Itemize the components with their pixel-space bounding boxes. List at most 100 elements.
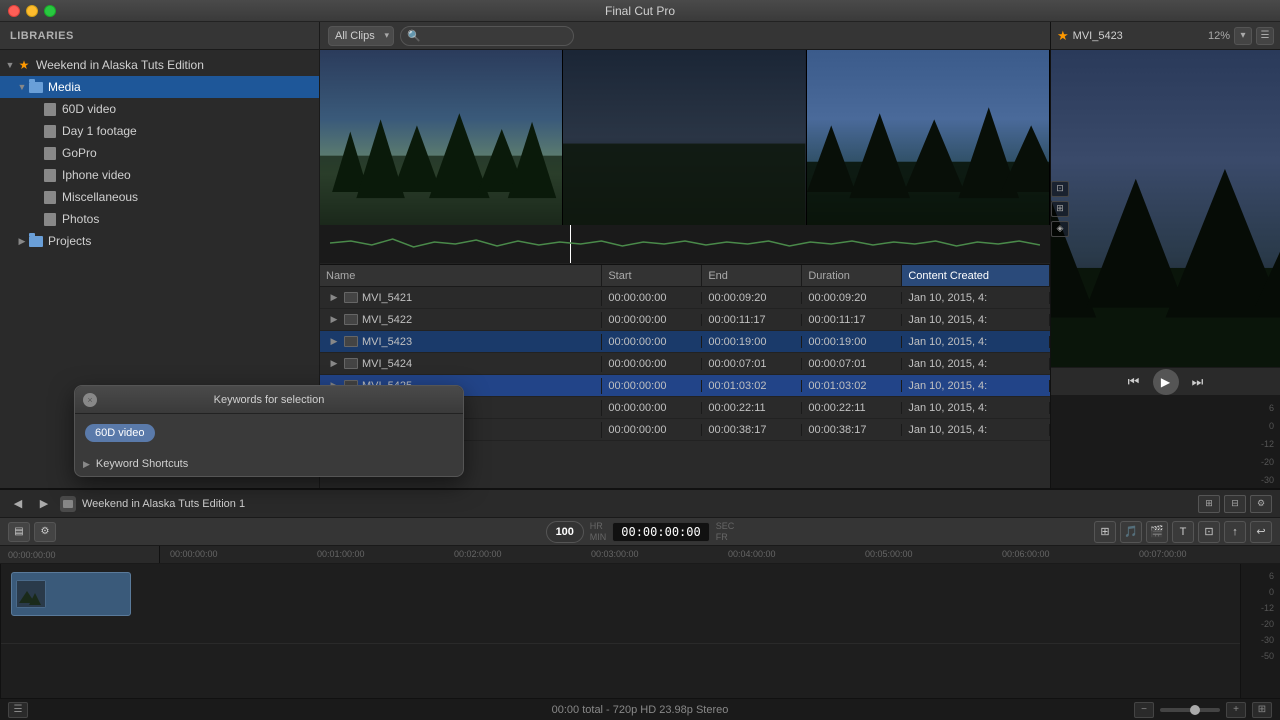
viewer-color-btn[interactable]: ◈ (1051, 221, 1069, 237)
viewer-star-icon: ★ (1057, 28, 1069, 44)
clip-icon (344, 336, 358, 347)
timeline-content: 6 0 -12 -20 -30 -50 (0, 564, 1280, 698)
timecode-display: 00:00:00:00 (612, 522, 709, 542)
traffic-lights[interactable] (8, 5, 56, 17)
viewer-rewind-btn[interactable]: ⏮ (1123, 371, 1145, 393)
viewer-play-btn[interactable]: ▶ (1153, 369, 1179, 395)
titlebar: Final Cut Pro (0, 0, 1280, 22)
timeline-settings-btn[interactable]: ⚙ (1250, 495, 1272, 513)
timeline-index-btn[interactable]: ⚙ (34, 522, 56, 542)
table-row[interactable]: ▶ MVI_5422 00:00:00:00 00:00:11:17 00:00… (320, 309, 1050, 331)
clip-end-cell: 00:00:22:11 (702, 402, 802, 414)
clip-duration-cell: 00:00:11:17 (802, 314, 902, 326)
sidebar-item-misc[interactable]: Miscellaneous (0, 186, 319, 208)
table-row[interactable]: ▶ MVI_5421 00:00:00:00 00:00:09:20 00:00… (320, 287, 1050, 309)
zoom-in-btn[interactable]: + (1226, 702, 1246, 718)
track-lane-1 (1, 564, 1240, 644)
sidebar-item-photos[interactable]: Photos (0, 208, 319, 230)
expand-icon[interactable]: ▶ (326, 356, 342, 372)
clip-name-cell: ▶ MVI_5424 (320, 356, 602, 372)
library-label: Weekend in Alaska Tuts Edition (36, 58, 319, 72)
folder-gopro-label: GoPro (62, 146, 319, 160)
media-folder-icon (28, 79, 44, 95)
ruler-track-label: 00:00:00:00 (0, 546, 160, 563)
sidebar-item-projects[interactable]: ▶ Projects (0, 230, 319, 252)
clip-duration-cell: 00:00:22:11 (802, 402, 902, 414)
app-title: Final Cut Pro (605, 4, 675, 18)
viewer-menu-btn[interactable]: ☰ (1256, 27, 1274, 45)
keywords-popup-header: × Keywords for selection (75, 386, 463, 414)
keyword-tag-60d[interactable]: 60D video (85, 424, 155, 442)
timecode-labels: HR MIN (590, 521, 607, 542)
text-tool[interactable]: T (1172, 521, 1194, 543)
viewer-crop-btn[interactable]: ⊡ (1051, 181, 1069, 197)
clip-end-cell: 00:00:38:17 (702, 424, 802, 436)
viewer-transform-btn[interactable]: ⊞ (1051, 201, 1069, 217)
clip-created-cell: Jan 10, 2015, 4: (902, 380, 1050, 392)
clip-icon (344, 358, 358, 369)
zoom-slider-thumb[interactable] (1190, 705, 1200, 715)
doc-icon (42, 189, 58, 205)
keyword-shortcuts[interactable]: ▶ Keyword Shortcuts (75, 452, 463, 476)
keywords-popup-body: 60D video (75, 414, 463, 452)
range-tool[interactable]: 🎵 (1120, 521, 1142, 543)
undo-tool[interactable]: ↩ (1250, 521, 1272, 543)
zoom-slider[interactable] (1160, 708, 1220, 712)
clip-start-cell: 00:00:00:00 (602, 402, 702, 414)
col-header-name[interactable]: Name (320, 265, 602, 286)
filter-dropdown[interactable]: All Clips (328, 26, 394, 46)
timeline-clip[interactable] (11, 572, 131, 616)
keywords-popup-title: Keywords for selection (214, 394, 325, 406)
zoom-out-btn[interactable]: − (1134, 702, 1154, 718)
zoom-fit-btn[interactable]: ⊞ (1198, 495, 1220, 513)
sidebar-item-day1[interactable]: Day 1 footage (0, 120, 319, 142)
sidebar-item-iphone[interactable]: Iphone video (0, 164, 319, 186)
statusbar-grid-btn[interactable]: ⊞ (1252, 702, 1272, 718)
sidebar-item-60d[interactable]: 60D video (0, 98, 319, 120)
timeline-back-btn[interactable]: ◀ (8, 494, 28, 514)
clip-start-cell: 00:00:00:00 (602, 314, 702, 326)
gen-tool[interactable]: ⊡ (1198, 521, 1220, 543)
filter-dropdown-wrapper[interactable]: All Clips (328, 26, 394, 46)
media-label: Media (48, 80, 319, 94)
chevron-down-icon: ▼ (4, 59, 16, 71)
minimize-button[interactable] (26, 5, 38, 17)
col-header-end[interactable]: End (702, 265, 802, 286)
clip-start-cell: 00:00:00:00 (602, 424, 702, 436)
close-button[interactable] (8, 5, 20, 17)
trim-tool[interactable]: ⊞ (1094, 521, 1116, 543)
db-value-0: 0 (1053, 421, 1278, 431)
timeline-forward-btn[interactable]: ▶ (34, 494, 54, 514)
clip-duration-cell: 00:00:38:17 (802, 424, 902, 436)
col-header-duration[interactable]: Duration (802, 265, 902, 286)
viewer-dropdown-btn[interactable]: ▾ (1234, 27, 1252, 45)
db-value-20: -20 (1053, 457, 1278, 467)
timeline-ruler: 00:00:00:00 00:00:00:00 00:01:00:00 00:0… (0, 546, 1280, 564)
col-header-start[interactable]: Start (602, 265, 702, 286)
expand-icon[interactable]: ▶ (326, 290, 342, 306)
zoom-scale-btn[interactable]: ⊟ (1224, 495, 1246, 513)
table-row[interactable]: ▶ MVI_5423 00:00:00:00 00:00:19:00 00:00… (320, 331, 1050, 353)
keywords-close-btn[interactable]: × (83, 393, 97, 407)
statusbar-list-btn[interactable]: ☰ (8, 702, 28, 718)
col-header-created[interactable]: Content Created (902, 265, 1050, 286)
sidebar-item-gopro[interactable]: GoPro (0, 142, 319, 164)
clip-start-cell: 00:00:00:00 (602, 380, 702, 392)
ks-label: Keyword Shortcuts (96, 458, 188, 470)
viewer-zoom-level: 12% (1208, 30, 1230, 42)
table-row[interactable]: ▶ MVI_5424 00:00:00:00 00:00:07:01 00:00… (320, 353, 1050, 375)
expand-icon[interactable]: ▶ (326, 312, 342, 328)
viewer-forward-btn[interactable]: ⏭ (1187, 371, 1209, 393)
sidebar-item-media[interactable]: ▼ Media (0, 76, 319, 98)
fullscreen-button[interactable] (44, 5, 56, 17)
search-input[interactable] (400, 26, 574, 46)
viewer-side-controls: ⊡ ⊞ ◈ (1051, 181, 1069, 237)
clip-duration-cell: 00:00:07:01 (802, 358, 902, 370)
audio-tool[interactable]: 🎬 (1146, 521, 1168, 543)
folder-day1-label: Day 1 footage (62, 124, 319, 138)
sidebar-item-library[interactable]: ▼ ★ Weekend in Alaska Tuts Edition (0, 54, 319, 76)
expand-icon[interactable]: ▶ (326, 334, 342, 350)
clip-appearance-btn[interactable]: ▤ (8, 522, 30, 542)
share-tool[interactable]: ↑ (1224, 521, 1246, 543)
statusbar-right: − + ⊞ (1134, 702, 1272, 718)
